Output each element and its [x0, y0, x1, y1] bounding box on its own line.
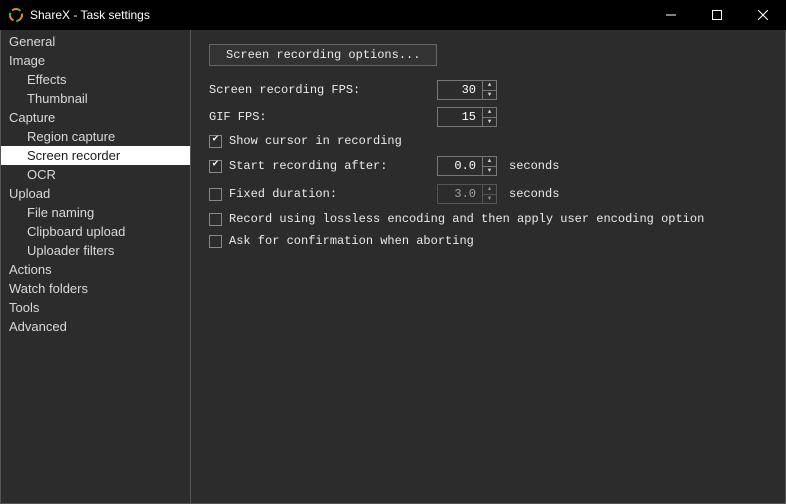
window-title: ShareX - Task settings [30, 8, 648, 22]
start-after-checkbox[interactable] [209, 160, 222, 173]
main-panel: Screen recording options... Screen recor… [191, 30, 785, 503]
lossless-checkbox[interactable] [209, 213, 222, 226]
lossless-row: Record using lossless encoding and then … [209, 212, 767, 226]
ask-confirm-checkbox[interactable] [209, 235, 222, 248]
spinner-up-icon: ▲ [483, 185, 496, 195]
show-cursor-label: Show cursor in recording [229, 134, 402, 148]
seconds-unit: seconds [509, 159, 559, 173]
screen-recording-options-button[interactable]: Screen recording options... [209, 44, 437, 66]
gif-fps-label: GIF FPS: [209, 110, 437, 124]
spinner-up-icon[interactable]: ▲ [483, 157, 496, 167]
gif-fps-input[interactable] [438, 108, 482, 126]
fixed-duration-spinner: ▲ ▼ [437, 184, 497, 204]
show-cursor-row: Show cursor in recording [209, 134, 767, 148]
gif-fps-spinner[interactable]: ▲ ▼ [437, 107, 497, 127]
sidebar-item-clipboard-upload[interactable]: Clipboard upload [1, 222, 190, 241]
minimize-button[interactable] [648, 0, 694, 30]
sidebar-item-actions[interactable]: Actions [1, 260, 190, 279]
sidebar-item-thumbnail[interactable]: Thumbnail [1, 89, 190, 108]
sidebar-item-uploader-filters[interactable]: Uploader filters [1, 241, 190, 260]
start-after-label: Start recording after: [229, 159, 387, 173]
fixed-duration-label: Fixed duration: [229, 187, 337, 201]
fps-spinner[interactable]: ▲ ▼ [437, 80, 497, 100]
app-icon [8, 7, 24, 23]
ask-confirm-row: Ask for confirmation when aborting [209, 234, 767, 248]
fixed-duration-row: Fixed duration: ▲ ▼ seconds [209, 184, 767, 204]
sidebar-item-watch-folders[interactable]: Watch folders [1, 279, 190, 298]
sidebar-item-ocr[interactable]: OCR [1, 165, 190, 184]
spinner-down-icon: ▼ [483, 195, 496, 204]
sidebar-item-image[interactable]: Image [1, 51, 190, 70]
fixed-duration-input [438, 185, 482, 203]
sidebar-item-tools[interactable]: Tools [1, 298, 190, 317]
spinner-down-icon[interactable]: ▼ [483, 91, 496, 100]
lossless-label: Record using lossless encoding and then … [229, 212, 704, 226]
fps-label: Screen recording FPS: [209, 83, 437, 97]
sidebar-item-file-naming[interactable]: File naming [1, 203, 190, 222]
sidebar-item-capture[interactable]: Capture [1, 108, 190, 127]
spinner-up-icon[interactable]: ▲ [483, 81, 496, 91]
maximize-button[interactable] [694, 0, 740, 30]
seconds-unit: seconds [509, 187, 559, 201]
content-area: GeneralImageEffectsThumbnailCaptureRegio… [0, 30, 786, 504]
sidebar-item-upload[interactable]: Upload [1, 184, 190, 203]
sidebar-item-screen-recorder[interactable]: Screen recorder [1, 146, 190, 165]
titlebar: ShareX - Task settings [0, 0, 786, 30]
sidebar-item-advanced[interactable]: Advanced [1, 317, 190, 336]
sidebar-item-general[interactable]: General [1, 32, 190, 51]
spinner-down-icon[interactable]: ▼ [483, 118, 496, 127]
window-controls [648, 0, 786, 30]
sidebar: GeneralImageEffectsThumbnailCaptureRegio… [1, 30, 191, 503]
sidebar-item-effects[interactable]: Effects [1, 70, 190, 89]
fps-row: Screen recording FPS: ▲ ▼ [209, 80, 767, 100]
start-after-spinner[interactable]: ▲ ▼ [437, 156, 497, 176]
show-cursor-checkbox[interactable] [209, 135, 222, 148]
ask-confirm-label: Ask for confirmation when aborting [229, 234, 474, 248]
fps-input[interactable] [438, 81, 482, 99]
spinner-down-icon[interactable]: ▼ [483, 167, 496, 176]
start-after-input[interactable] [438, 157, 482, 175]
sidebar-item-region-capture[interactable]: Region capture [1, 127, 190, 146]
gif-fps-row: GIF FPS: ▲ ▼ [209, 107, 767, 127]
fixed-duration-checkbox[interactable] [209, 188, 222, 201]
close-button[interactable] [740, 0, 786, 30]
spinner-up-icon[interactable]: ▲ [483, 108, 496, 118]
start-after-row: Start recording after: ▲ ▼ seconds [209, 156, 767, 176]
